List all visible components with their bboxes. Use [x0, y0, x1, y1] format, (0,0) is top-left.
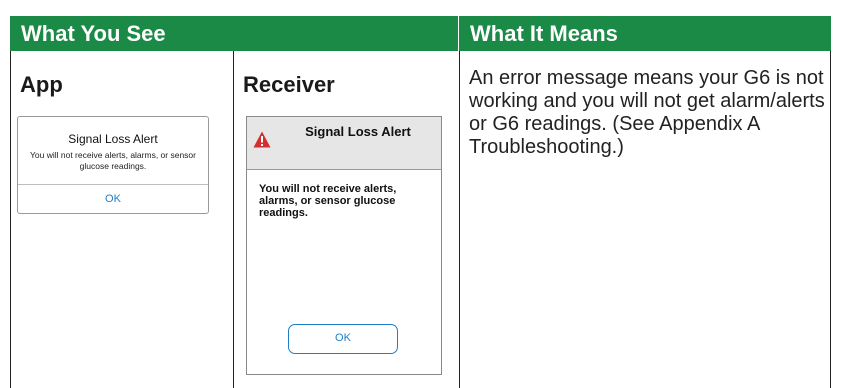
column-title-receiver: Receiver [243, 72, 335, 97]
receiver-dialog-title: Signal Loss Alert [305, 124, 411, 139]
receiver-dialog-header: Signal Loss Alert [247, 117, 441, 170]
app-ok-button[interactable]: OK [18, 184, 208, 214]
receiver-ok-button[interactable]: OK [288, 324, 398, 354]
column-title-app: App [20, 72, 63, 97]
warning-triangle-icon [253, 131, 271, 148]
column-divider-app-receiver [233, 51, 234, 388]
alert-reference-table: What You See What It Means App Receiver … [0, 0, 841, 388]
table-border-left [10, 51, 11, 388]
column-divider-see-means [459, 51, 460, 388]
app-dialog-message: You will not receive alerts, alarms, or … [30, 150, 196, 171]
header-what-you-see: What You See [10, 16, 458, 51]
meaning-description: An error message means your G6 is not wo… [469, 67, 825, 158]
app-dialog-title: Signal Loss Alert [68, 132, 158, 146]
app-signal-loss-dialog: Signal Loss Alert You will not receive a… [17, 116, 209, 214]
receiver-signal-loss-dialog: Signal Loss Alert You will not receive a… [246, 116, 442, 375]
header-what-it-means: What It Means [459, 16, 831, 51]
receiver-dialog-message: You will not receive alerts, alarms, or … [259, 183, 397, 219]
